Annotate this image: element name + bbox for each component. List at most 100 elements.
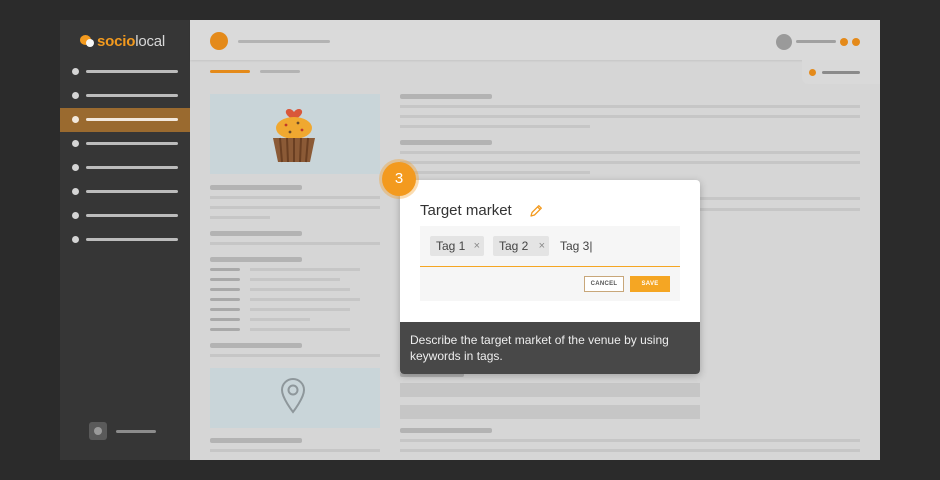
profile-name-placeholder bbox=[116, 430, 156, 433]
target-market-modal: Target market Tag 1 × Tag 2 × Tag 3| CAN… bbox=[400, 180, 700, 374]
text-line-placeholder bbox=[400, 439, 860, 442]
section-title-placeholder bbox=[210, 231, 302, 236]
chat-logo-icon bbox=[80, 34, 94, 48]
modal-title: Target market bbox=[420, 202, 512, 219]
nav-label-placeholder bbox=[86, 190, 178, 193]
close-icon[interactable]: × bbox=[539, 236, 545, 256]
text-line-placeholder bbox=[210, 216, 270, 219]
text-line-placeholder bbox=[210, 196, 380, 199]
section-title-placeholder bbox=[400, 140, 492, 145]
hours-day-placeholder bbox=[210, 318, 240, 321]
hours-day-placeholder bbox=[210, 288, 240, 291]
save-button[interactable]: SAVE bbox=[630, 276, 670, 292]
menu-dot-icon[interactable] bbox=[852, 38, 860, 46]
input-placeholder bbox=[400, 405, 700, 419]
cupcake-image bbox=[210, 94, 380, 174]
input-placeholder bbox=[400, 383, 700, 397]
profile-avatar[interactable] bbox=[89, 422, 107, 440]
nav-item-1[interactable] bbox=[60, 60, 190, 84]
text-line-placeholder bbox=[400, 115, 860, 118]
sidebar: socio local bbox=[60, 20, 190, 460]
tag-label: Tag 2 bbox=[499, 239, 529, 253]
text-line-placeholder bbox=[700, 208, 860, 211]
nav-label-placeholder bbox=[86, 238, 178, 241]
close-icon[interactable]: × bbox=[474, 236, 480, 256]
nav-item-4[interactable] bbox=[60, 132, 190, 156]
tag-text-input[interactable]: Tag 3| bbox=[560, 236, 592, 256]
section-title-placeholder bbox=[400, 428, 492, 433]
user-name-placeholder bbox=[796, 40, 836, 43]
nav-bullet-icon bbox=[72, 68, 79, 75]
logo: socio local bbox=[80, 32, 165, 50]
step-badge: 3 bbox=[382, 162, 416, 196]
brand-name-part2: local bbox=[135, 32, 166, 50]
cancel-button[interactable]: CANCEL bbox=[584, 276, 624, 292]
map-image bbox=[210, 368, 380, 428]
text-line-placeholder bbox=[210, 354, 380, 357]
hours-day-placeholder bbox=[210, 278, 240, 281]
user-avatar[interactable] bbox=[776, 34, 792, 50]
nav-bullet-icon bbox=[72, 236, 79, 243]
hours-value-placeholder bbox=[250, 328, 350, 331]
tag-chip[interactable]: Tag 2 × bbox=[493, 236, 549, 256]
nav-label-placeholder bbox=[86, 118, 178, 121]
tab-active-indicator[interactable] bbox=[210, 70, 250, 73]
venue-avatar[interactable] bbox=[210, 32, 228, 50]
tab-2-placeholder[interactable] bbox=[260, 70, 300, 73]
help-tooltip: Describe the target market of the venue … bbox=[400, 322, 700, 374]
text-line-placeholder bbox=[400, 161, 860, 164]
nav-item-2[interactable] bbox=[60, 84, 190, 108]
status-tab[interactable] bbox=[802, 60, 880, 84]
nav-bullet-icon bbox=[72, 212, 79, 219]
tag-label: Tag 1 bbox=[436, 239, 466, 253]
status-label-placeholder bbox=[822, 71, 860, 74]
modal-actions: CANCEL SAVE bbox=[420, 267, 680, 301]
section-title-placeholder bbox=[210, 257, 302, 262]
section-title-placeholder bbox=[400, 94, 492, 99]
section-title-placeholder bbox=[210, 185, 302, 190]
pencil-icon[interactable] bbox=[529, 204, 543, 218]
text-line-placeholder bbox=[400, 125, 590, 128]
topbar bbox=[190, 20, 880, 60]
hours-value-placeholder bbox=[250, 288, 350, 291]
brand-name-part1: socio bbox=[97, 32, 136, 50]
nav-bullet-icon bbox=[72, 92, 79, 99]
tag-input-area[interactable]: Tag 1 × Tag 2 × Tag 3| bbox=[420, 226, 680, 267]
location-pin-icon bbox=[280, 378, 306, 414]
hours-value-placeholder bbox=[250, 278, 340, 281]
text-line-placeholder bbox=[210, 206, 380, 209]
nav-item-7[interactable] bbox=[60, 204, 190, 228]
notification-dot-icon[interactable] bbox=[840, 38, 848, 46]
hours-value-placeholder bbox=[250, 268, 360, 271]
status-dot-icon bbox=[809, 69, 816, 76]
text-line-placeholder bbox=[400, 449, 860, 452]
text-line-placeholder bbox=[210, 242, 380, 245]
nav-label-placeholder bbox=[86, 94, 178, 97]
nav-label-placeholder bbox=[86, 214, 178, 217]
venue-name-placeholder bbox=[238, 40, 330, 43]
nav-bullet-icon bbox=[72, 188, 79, 195]
nav-item-5[interactable] bbox=[60, 156, 190, 180]
hours-day-placeholder bbox=[210, 328, 240, 331]
text-line-placeholder bbox=[400, 105, 860, 108]
hours-day-placeholder bbox=[210, 308, 240, 311]
section-title-placeholder bbox=[210, 438, 302, 443]
hours-value-placeholder bbox=[250, 308, 350, 311]
nav-label-placeholder bbox=[86, 142, 178, 145]
hours-day-placeholder bbox=[210, 298, 240, 301]
nav-item-8[interactable] bbox=[60, 228, 190, 252]
text-line-placeholder bbox=[400, 171, 590, 174]
hours-day-placeholder bbox=[210, 268, 240, 271]
nav-label-placeholder bbox=[86, 70, 178, 73]
hours-value-placeholder bbox=[250, 318, 310, 321]
avatar-dot-icon bbox=[94, 427, 102, 435]
tag-chip[interactable]: Tag 1 × bbox=[430, 236, 484, 256]
nav-bullet-icon bbox=[72, 164, 79, 171]
nav-bullet-icon bbox=[72, 140, 79, 147]
text-line-placeholder bbox=[700, 197, 860, 200]
nav-label-placeholder bbox=[86, 166, 178, 169]
text-line-placeholder bbox=[210, 449, 380, 452]
nav-item-3-active[interactable] bbox=[60, 108, 190, 132]
nav-item-6[interactable] bbox=[60, 180, 190, 204]
text-line-placeholder bbox=[400, 151, 860, 154]
